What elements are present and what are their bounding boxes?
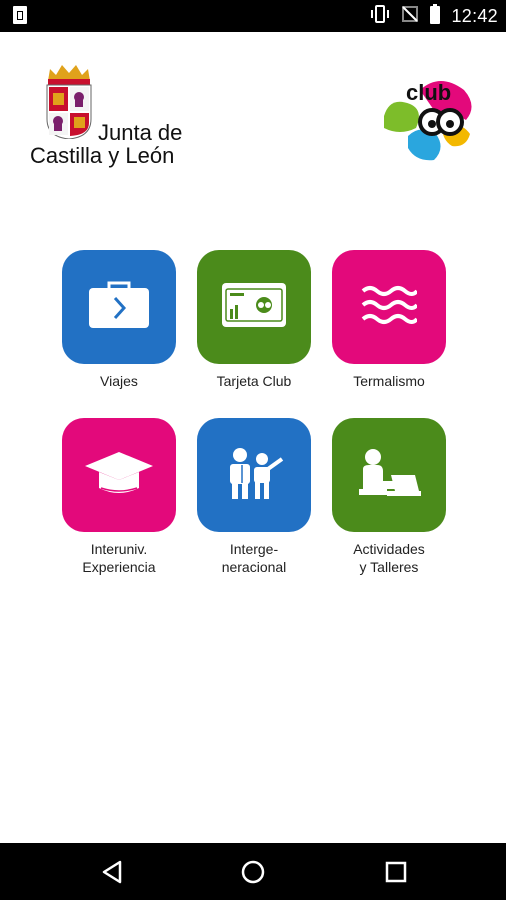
suitcase-icon: [87, 280, 151, 335]
termalismo-label: Termalismo: [353, 373, 425, 389]
vibrate-icon: [369, 4, 391, 28]
home-icon[interactable]: [238, 857, 268, 887]
waves-icon: [361, 283, 419, 332]
battery-icon: [429, 3, 441, 29]
tarjeta-club-button[interactable]: [197, 250, 311, 364]
status-bar: 12:42: [0, 0, 506, 32]
termalismo-button[interactable]: [332, 250, 446, 364]
interuniv-experiencia-button[interactable]: [62, 418, 176, 532]
person-laptop-icon: [357, 447, 421, 504]
navigation-bar: [0, 843, 506, 900]
tarjeta-club-label: Tarjeta Club: [216, 373, 292, 389]
actividades-talleres-button[interactable]: [332, 418, 446, 532]
card-icon: [220, 281, 288, 334]
intergeneracional-button[interactable]: [197, 418, 311, 532]
people-icon: [222, 445, 286, 506]
actividades-talleres-label: Actividades y Talleres: [353, 541, 425, 575]
clock: 12:42: [451, 5, 498, 26]
org-name-line2: Castilla y León: [30, 143, 175, 168]
interuniv-experiencia-label: Interuniv. Experiencia: [82, 541, 156, 575]
jcyl-logo: Junta de Castilla y León: [30, 63, 220, 173]
back-icon[interactable]: [97, 857, 127, 887]
viajes-button[interactable]: [62, 250, 176, 364]
club-logo-text: club: [406, 80, 452, 105]
viajes-label: Viajes: [100, 373, 138, 389]
club-logo: club: [380, 76, 480, 162]
intergeneracional-label: Interge- neracional: [221, 541, 287, 575]
recents-icon[interactable]: [381, 857, 411, 887]
graduation-cap-icon: [83, 448, 155, 503]
no-signal-icon: [401, 5, 419, 28]
coat-of-arms-icon: [44, 63, 94, 140]
sim-card-icon: [12, 5, 28, 25]
